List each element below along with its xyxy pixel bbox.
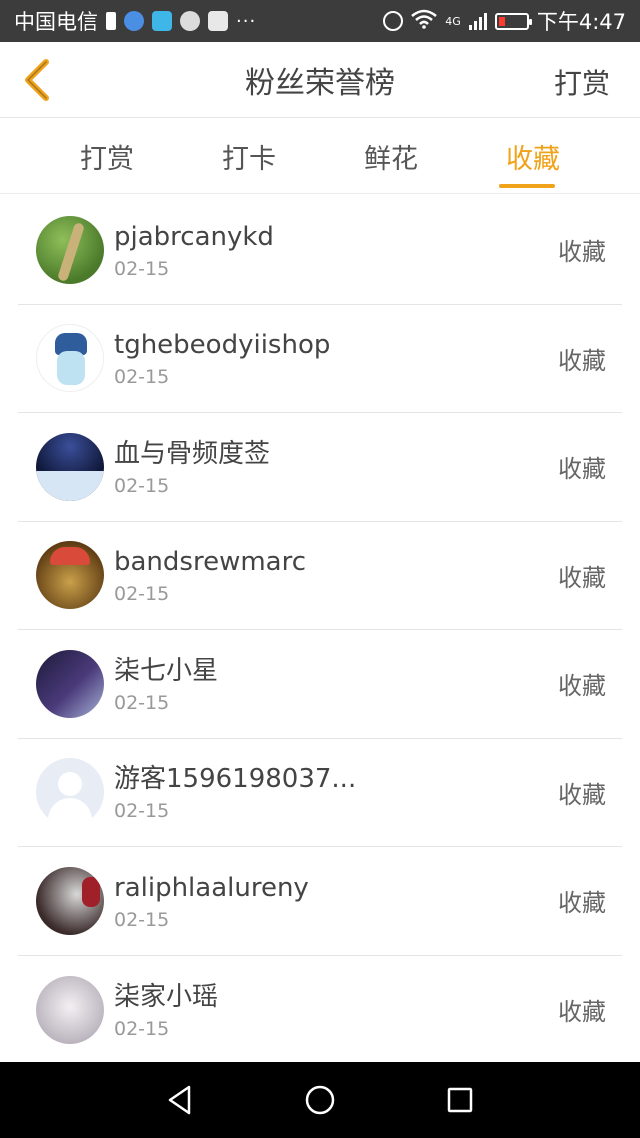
fan-ranking-list: pjabrcanykd 02-15 收藏 tghebeodyiishop 02-… bbox=[0, 196, 640, 1064]
system-navigation-bar bbox=[0, 1062, 640, 1138]
fan-date: 02-15 bbox=[114, 257, 170, 280]
list-item[interactable]: pjabrcanykd 02-15 收藏 bbox=[18, 196, 622, 305]
system-back-button[interactable] bbox=[160, 1080, 200, 1120]
fan-date: 02-15 bbox=[114, 691, 170, 714]
fan-action-label: 收藏 bbox=[558, 997, 606, 1026]
tab-checkin[interactable]: 打卡 bbox=[179, 118, 319, 194]
fan-date: 02-15 bbox=[114, 366, 170, 389]
list-item[interactable]: 柒家小瑶 02-15 收藏 bbox=[18, 956, 622, 1065]
fan-name: 柒七小星 bbox=[114, 655, 219, 686]
fan-date: 02-15 bbox=[114, 583, 170, 606]
chevron-left-icon bbox=[25, 59, 49, 101]
clock-time: 下午4:47 bbox=[536, 10, 626, 34]
fan-info: bandsrewmarc 02-15 bbox=[114, 545, 306, 605]
fan-name: 游客1596198037... bbox=[114, 764, 357, 795]
more-notifications-icon: ··· bbox=[236, 10, 257, 32]
fan-name: tghebeodyiishop bbox=[114, 330, 331, 361]
fan-action-label: 收藏 bbox=[558, 238, 606, 266]
list-item[interactable]: 游客1596198037... 02-15 收藏 bbox=[18, 739, 622, 847]
avatar[interactable] bbox=[36, 866, 104, 935]
circle-home-icon bbox=[305, 1085, 335, 1115]
fan-info: 柒家小瑶 02-15 bbox=[114, 980, 218, 1040]
square-recent-icon bbox=[447, 1087, 473, 1113]
system-recent-apps-button[interactable] bbox=[440, 1080, 480, 1120]
sim-icon bbox=[106, 12, 116, 30]
system-home-button[interactable] bbox=[300, 1080, 340, 1120]
fan-name: raliphlaalureny bbox=[114, 872, 309, 903]
tab-favorites[interactable]: 收藏 bbox=[463, 118, 603, 194]
list-item[interactable]: tghebeodyiishop 02-15 收藏 bbox=[18, 305, 622, 413]
category-tabs: 打赏 打卡 鲜花 收藏 bbox=[0, 118, 640, 194]
avatar[interactable] bbox=[36, 975, 104, 1044]
status-bar: 中国电信 ··· 4G 下午4:47 bbox=[0, 0, 640, 42]
notification-app-icon bbox=[124, 11, 144, 31]
carrier-name: 中国电信 bbox=[14, 10, 98, 34]
avatar[interactable] bbox=[36, 324, 104, 393]
fan-info: raliphlaalureny 02-15 bbox=[114, 871, 309, 931]
notification-video-icon bbox=[152, 11, 172, 31]
wechat-icon bbox=[180, 11, 200, 31]
avatar[interactable] bbox=[36, 215, 104, 284]
fan-name: 血与骨频度莶 bbox=[114, 438, 271, 469]
tab-reward[interactable]: 打赏 bbox=[37, 118, 177, 194]
fan-info: 柒七小星 02-15 bbox=[114, 654, 218, 714]
triangle-back-icon bbox=[168, 1085, 191, 1115]
fan-info: pjabrcanykd 02-15 bbox=[114, 220, 274, 280]
avatar[interactable] bbox=[36, 541, 104, 610]
fan-date: 02-15 bbox=[114, 908, 170, 931]
alarm-icon bbox=[383, 11, 404, 31]
network-type-label: 4G bbox=[445, 14, 461, 28]
avatar[interactable] bbox=[36, 758, 104, 827]
fan-name: pjabrcanykd bbox=[114, 221, 274, 252]
fan-info: 游客1596198037... 02-15 bbox=[114, 762, 356, 822]
list-item[interactable]: bandsrewmarc 02-15 收藏 bbox=[18, 522, 622, 630]
list-item[interactable]: 血与骨频度莶 02-15 收藏 bbox=[18, 413, 622, 522]
page-title: 粉丝荣誉榜 bbox=[245, 65, 395, 101]
battery-low-icon bbox=[494, 12, 532, 30]
fan-action-label: 收藏 bbox=[558, 780, 606, 809]
fan-action-label: 收藏 bbox=[558, 672, 606, 700]
fan-action-label: 收藏 bbox=[558, 563, 606, 592]
avatar[interactable] bbox=[36, 432, 104, 501]
status-right: 4G 下午4:47 bbox=[383, 6, 626, 36]
fan-date: 02-15 bbox=[114, 1017, 170, 1040]
signal-icon bbox=[468, 12, 487, 30]
fan-action-label: 收藏 bbox=[558, 455, 606, 483]
fan-action-label: 收藏 bbox=[558, 346, 606, 375]
fan-date: 02-15 bbox=[114, 474, 170, 497]
fan-name: 柒家小瑶 bbox=[114, 981, 219, 1012]
avatar[interactable] bbox=[36, 649, 104, 718]
app-screen: 中国电信 ··· 4G 下午4:47 粉丝荣誉榜 打赏 打赏 打卡 鲜花 收藏 … bbox=[0, 0, 640, 1138]
status-left: 中国电信 ··· bbox=[14, 6, 256, 36]
notification-map-icon bbox=[208, 11, 228, 31]
tab-flowers[interactable]: 鲜花 bbox=[321, 118, 461, 194]
fan-date: 02-15 bbox=[114, 800, 170, 823]
fan-name: bandsrewmarc bbox=[114, 547, 307, 578]
wifi-icon bbox=[411, 9, 438, 34]
list-item[interactable]: 柒七小星 02-15 收藏 bbox=[18, 630, 622, 739]
reward-button[interactable]: 打赏 bbox=[554, 62, 610, 102]
back-button[interactable] bbox=[14, 56, 58, 104]
list-item[interactable]: raliphlaalureny 02-15 收藏 bbox=[18, 847, 622, 956]
top-navigation-bar: 粉丝荣誉榜 打赏 bbox=[0, 42, 640, 118]
fan-info: tghebeodyiishop 02-15 bbox=[114, 328, 330, 388]
fan-action-label: 收藏 bbox=[558, 889, 606, 917]
fan-info: 血与骨频度莶 02-15 bbox=[114, 437, 270, 497]
